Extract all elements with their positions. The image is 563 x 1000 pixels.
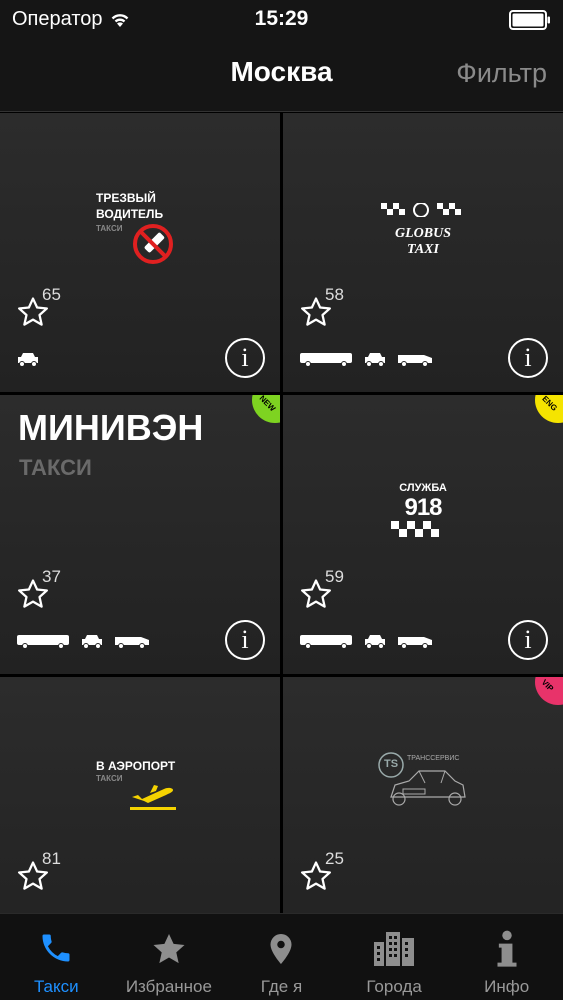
vehicle-types — [299, 629, 433, 653]
logo-sub: ТАКСИ — [96, 224, 123, 233]
vehicle-types — [299, 347, 433, 371]
rating: 65 — [16, 285, 96, 335]
logo-line1: МИНИВЭН — [18, 407, 204, 448]
taxi-logo: В АЭРОПОРТ ТАКСИ — [0, 677, 280, 857]
info-button[interactable]: i — [508, 620, 548, 660]
logo-line1: ТРЕЗВЫЙ — [96, 191, 156, 205]
tab-label: Избранное — [125, 977, 212, 996]
checker-icon — [391, 521, 439, 537]
rating-count: 58 — [325, 285, 344, 304]
rating-count: 81 — [42, 849, 61, 868]
rating: 25 — [299, 849, 379, 899]
taxi-logo: TS ТРАНССЕРВИС — [283, 677, 563, 857]
tab-label: Такси — [33, 977, 79, 996]
info-button[interactable]: i — [225, 338, 265, 378]
logo-line2: 918 — [404, 494, 442, 521]
logo-line1: ТРАНССЕРВИС — [407, 755, 460, 762]
location-pin-icon — [270, 934, 292, 964]
van-icon — [114, 633, 150, 649]
status-time: 15:29 — [254, 7, 309, 30]
phone-icon — [42, 934, 70, 962]
tab-cities[interactable]: Города — [338, 914, 451, 1000]
tab-info[interactable]: Инфо — [450, 914, 563, 1000]
rating-count: 37 — [42, 567, 61, 586]
info-button[interactable]: i — [225, 620, 265, 660]
vehicle-types — [16, 629, 150, 653]
star-icon — [153, 933, 185, 964]
tab-label: Города — [366, 977, 422, 996]
tab-where-am-i[interactable]: Где я — [225, 914, 338, 1000]
rating: 59 — [299, 567, 379, 617]
tab-label: Где я — [260, 977, 303, 996]
filter-button[interactable]: Фильтр — [456, 58, 547, 89]
sedan-icon — [80, 633, 104, 649]
taxi-logo: ТРЕЗВЫЙ ВОДИТЕЛЬ ТАКСИ — [0, 113, 280, 293]
rating-count: 65 — [42, 285, 61, 304]
logo-line1: СЛУЖБА — [399, 482, 447, 494]
no-alcohol-icon — [133, 224, 173, 264]
battery-icon — [509, 10, 550, 30]
logo-line1: GLOBUS — [394, 226, 451, 241]
taxi-tile[interactable]: GLOBUS TAXI 58 i — [283, 113, 563, 392]
taxi-logo: GLOBUS TAXI — [283, 113, 563, 293]
status-bar: Оператор 15:29 — [0, 0, 563, 40]
logo-sub: ТАКСИ — [96, 774, 123, 783]
rating-count: 25 — [325, 849, 344, 868]
sedan-icon — [363, 633, 387, 649]
taxi-tile[interactable]: ТРЕЗВЫЙ ВОДИТЕЛЬ ТАКСИ 65 i — [0, 113, 280, 392]
rating: 37 — [16, 567, 96, 617]
minibus-icon — [16, 633, 70, 649]
rating: 58 — [299, 285, 379, 335]
logo-line2: ВОДИТЕЛЬ — [96, 207, 164, 221]
minibus-icon — [299, 633, 353, 649]
taxi-tile[interactable]: СЛУЖБА 918 ENG 59 i — [283, 395, 563, 674]
tab-bar: Такси Избранное Где я Города Инфо — [0, 913, 563, 1000]
taxi-grid: ТРЕЗВЫЙ ВОДИТЕЛЬ ТАКСИ 65 i GLOBUS TAXI … — [0, 113, 563, 913]
taxi-tile[interactable]: МИНИВЭН ТАКСИ NEW 37 i — [0, 395, 280, 674]
airplane-takeoff-icon — [130, 785, 176, 810]
sedan-icon — [363, 351, 387, 367]
minibus-icon — [299, 351, 353, 367]
taxi-logo: СЛУЖБА 918 — [283, 395, 563, 575]
van-icon — [397, 351, 433, 367]
taxi-logo: МИНИВЭН ТАКСИ — [0, 395, 280, 575]
rating-count: 59 — [325, 567, 344, 586]
info-icon — [497, 930, 517, 967]
limousine-icon — [390, 770, 466, 806]
city-buildings-icon — [374, 932, 415, 966]
info-button[interactable]: i — [508, 338, 548, 378]
tab-label: Инфо — [484, 977, 530, 996]
nav-bar: Москва Фильтр — [0, 40, 563, 112]
tab-favorites[interactable]: Избранное — [113, 914, 226, 1000]
taxi-tile[interactable]: В АЭРОПОРТ ТАКСИ 81 — [0, 677, 280, 913]
logo-line1: В АЭРОПОРТ — [96, 759, 176, 773]
van-icon — [397, 633, 433, 649]
rating: 81 — [16, 849, 96, 899]
vehicle-types — [16, 347, 40, 371]
logo-line2: TAXI — [407, 242, 439, 257]
taxi-tile[interactable]: TS ТРАНССЕРВИС VIP 25 — [283, 677, 563, 913]
tab-taxi[interactable]: Такси — [0, 914, 113, 1000]
checker-icon — [381, 203, 461, 217]
sedan-icon — [16, 351, 40, 367]
logo-sub: ТАКСИ — [19, 455, 92, 480]
